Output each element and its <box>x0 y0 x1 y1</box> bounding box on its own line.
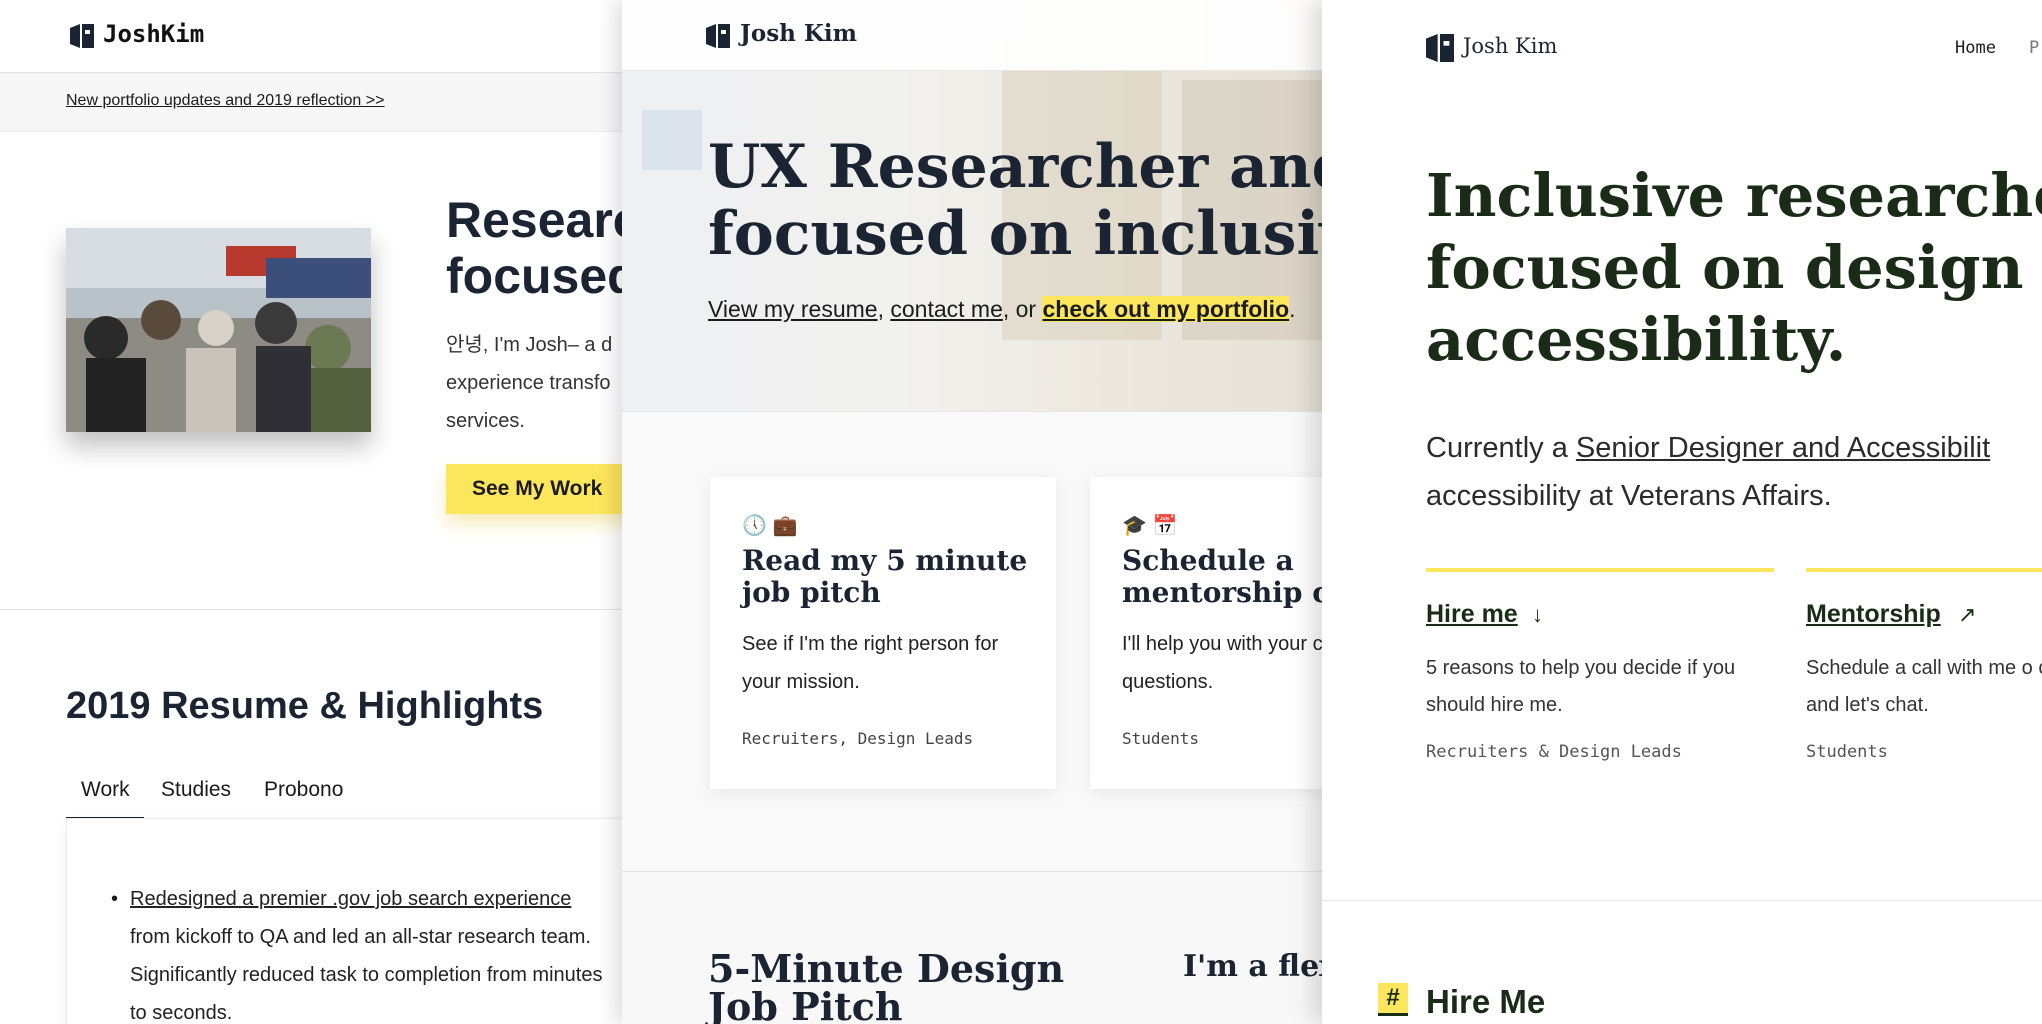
logo-icon[interactable] <box>1426 34 1454 62</box>
arrow-up-right-icon: ↗ <box>1958 602 1977 627</box>
announcement-link[interactable]: New portfolio updates and 2019 reflectio… <box>66 92 384 110</box>
job-pitch-card[interactable]: 🕔 💼 Read my 5 minute job pitch See if I'… <box>710 477 1056 789</box>
intro-text: accessibility at Veterans Affairs. <box>1426 480 1832 512</box>
nav-next-item[interactable]: P <box>2029 38 2039 58</box>
site-logo-text[interactable]: Josh Kim <box>740 20 857 47</box>
section-divider <box>0 609 622 610</box>
portfolio-link[interactable]: check out my portfolio <box>1042 296 1290 322</box>
tab-work[interactable]: Work <box>81 778 130 802</box>
hero-title-line: Researc <box>446 192 622 248</box>
hero-intro: Currently a Senior Designer and Accessib… <box>1426 424 2042 520</box>
hero-title-line: accessibility. <box>1426 305 1847 374</box>
flexible-heading: I'm a flexi chops. <box>1183 949 1322 984</box>
hero-title-line: Inclusive researcher a <box>1426 161 2042 230</box>
hero-title: Inclusive researcher a focused on design… <box>1426 160 2042 376</box>
mentorship-card[interactable]: 🎓 📅 Schedule a mentorship ca I'll help y… <box>1090 477 1322 789</box>
header-bar: Josh Kim <box>622 0 1322 71</box>
card-title: Read my 5 minute job pitch <box>742 544 1028 609</box>
tab-probono[interactable]: Probono <box>264 778 343 802</box>
see-my-work-button[interactable]: See My Work <box>446 464 622 514</box>
section-divider <box>1322 900 2042 901</box>
bullet-marker: • <box>111 888 119 910</box>
hero-title: UX Researcher and De focused on inclusiv… <box>708 134 1322 268</box>
header-bar: JoshKim <box>0 0 622 73</box>
hero-intro-line: experience transfo <box>446 372 611 394</box>
contact-me-link[interactable]: contact me <box>890 296 1003 322</box>
job-search-project-link[interactable]: Redesigned a premier .gov job search exp… <box>130 888 571 910</box>
hire-audience: Recruiters & Design Leads <box>1426 742 1682 762</box>
hash-anchor-icon[interactable]: # <box>1378 983 1408 1016</box>
section-divider <box>622 871 1322 872</box>
mentorship-rule <box>1806 568 2042 572</box>
resume-tabs: Work Studies Probono <box>66 760 622 820</box>
hero-title-line: focused on design ethi <box>1426 233 2042 302</box>
arrow-down-icon: ↓ <box>1532 602 1543 627</box>
card-audience: Recruiters, Design Leads <box>742 729 974 748</box>
hero-title-line: UX Researcher and De <box>708 132 1322 202</box>
logo-icon[interactable] <box>70 24 94 48</box>
announcement-bar: New portfolio updates and 2019 reflectio… <box>0 73 622 132</box>
mentorship-description: Schedule a call with me o calendly and l… <box>1806 657 2042 716</box>
graduation-calendar-icon: 🎓 📅 <box>1122 515 1178 537</box>
site-logo-text[interactable]: JoshKim <box>103 20 204 48</box>
hero-links: View my resume, contact me, or check out… <box>708 296 1322 323</box>
hire-description: 5 reasons to help you decide if you shou… <box>1426 657 1736 716</box>
nav-home[interactable]: Home <box>1955 38 1996 58</box>
current-role-link[interactable]: Senior Designer and Accessibilit <box>1576 432 1990 464</box>
portfolio-version-2020: Josh Kim UX Researcher and De focused on… <box>622 0 1322 1024</box>
card-body: I'll help you with your career questions… <box>1122 633 1322 693</box>
hero-intro-line: 안녕, I'm Josh– a d <box>446 334 613 356</box>
card-audience: Students <box>1122 729 1200 748</box>
intro-text: Currently a <box>1426 432 1576 464</box>
resume-bullet-text: from kickoff to QA and led an all-star r… <box>130 926 603 1024</box>
portfolio-version-2019: JoshKim New portfolio updates and 2019 r… <box>0 0 622 1024</box>
resume-section-title: 2019 Resume & Highlights <box>66 685 544 727</box>
mentorship-link[interactable]: Mentorship <box>1806 600 1941 629</box>
tab-studies[interactable]: Studies <box>161 778 231 802</box>
hero-intro-line: services. <box>446 410 525 432</box>
hero-title: Researc focused <box>446 192 622 304</box>
hire-rule <box>1426 568 1774 572</box>
period-text: . <box>1289 296 1296 322</box>
resume-bullet: Redesigned a premier .gov job search exp… <box>130 880 610 1024</box>
separator-text: , or <box>1002 296 1043 322</box>
job-pitch-heading: 5-Minute Design Job Pitch <box>708 946 1065 1024</box>
portfolio-version-current: Josh Kim Home P Inclusive researcher a f… <box>1322 0 2042 1024</box>
hero-title-line: focused on inclusive d <box>708 199 1322 269</box>
hire-me-link[interactable]: Hire me <box>1426 600 1518 629</box>
view-resume-link[interactable]: View my resume <box>708 296 878 322</box>
hero-photo <box>66 228 371 432</box>
card-title: Schedule a mentorship ca <box>1122 544 1322 609</box>
logo-icon[interactable] <box>706 24 730 48</box>
separator-text: , <box>877 296 891 322</box>
hire-me-heading: Hire Me <box>1426 983 1546 1020</box>
clock-briefcase-icon: 🕔 💼 <box>742 515 798 537</box>
hero-title-line: focused <box>446 248 622 304</box>
site-logo-text[interactable]: Josh Kim <box>1463 34 1557 58</box>
mentorship-audience: Students <box>1806 742 1888 762</box>
card-body: See if I'm the right person for your mis… <box>742 633 999 693</box>
hero-intro: 안녕, I'm Josh– a d experience transfo ser… <box>446 326 622 440</box>
